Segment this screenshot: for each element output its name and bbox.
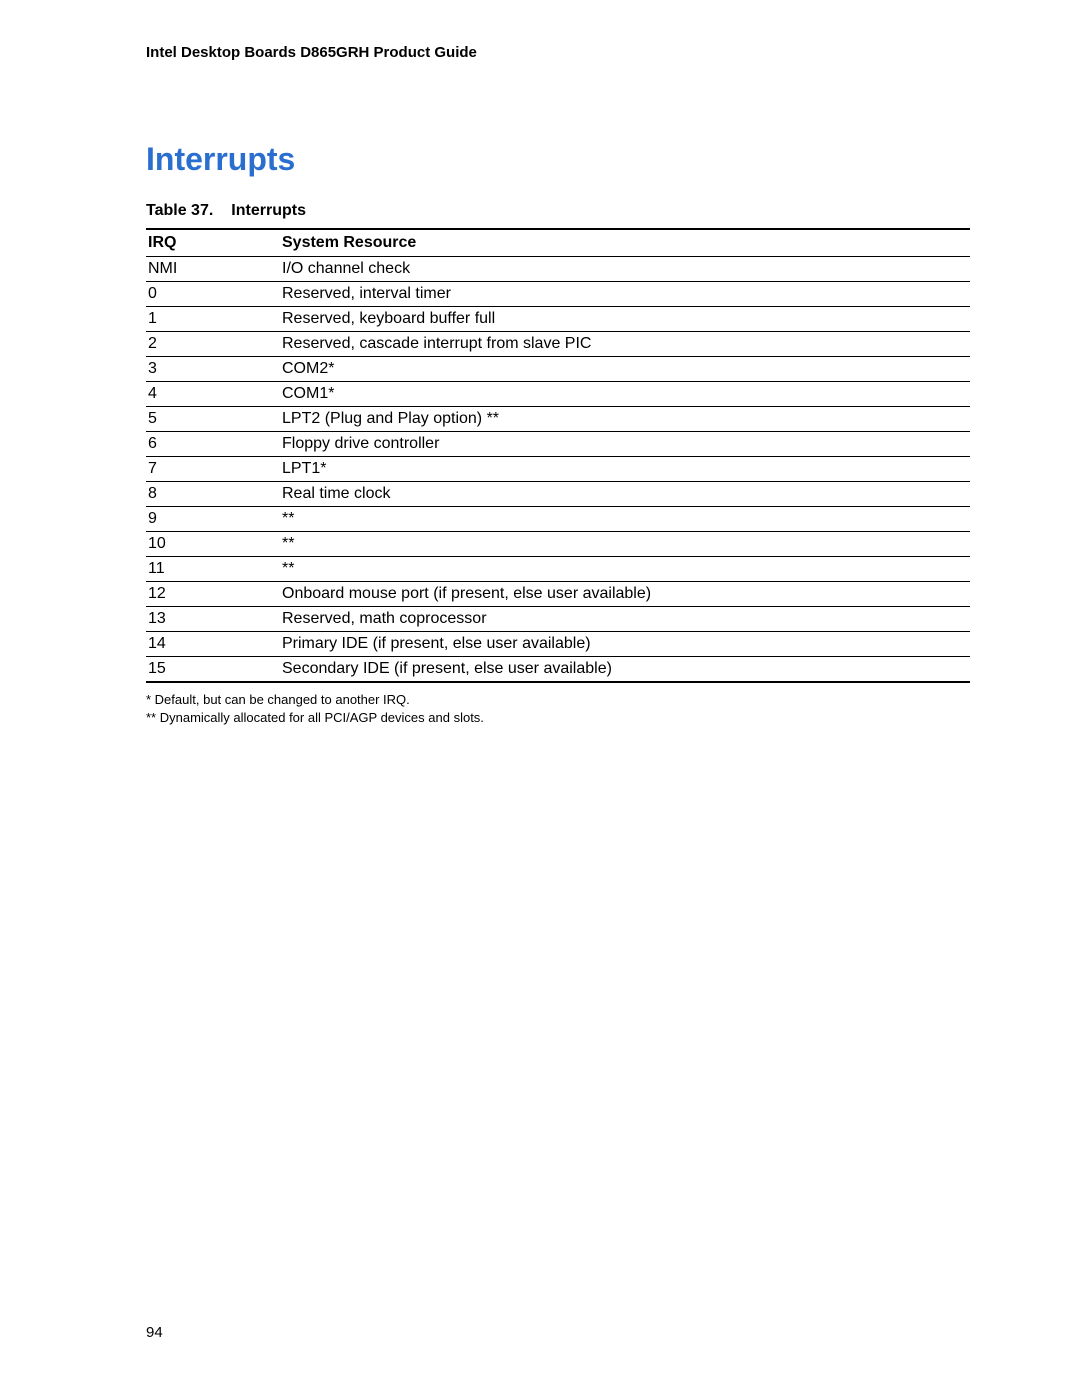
- cell-resource: Real time clock: [280, 482, 970, 507]
- cell-irq: 15: [146, 657, 280, 683]
- cell-resource: I/O channel check: [280, 257, 970, 282]
- cell-irq: 12: [146, 582, 280, 607]
- table-row: 11 **: [146, 557, 970, 582]
- cell-resource: **: [280, 557, 970, 582]
- interrupts-table: IRQ System Resource NMI I/O channel chec…: [146, 228, 970, 683]
- cell-irq: 10: [146, 532, 280, 557]
- table-row: 14 Primary IDE (if present, else user av…: [146, 632, 970, 657]
- table-row: 2 Reserved, cascade interrupt from slave…: [146, 332, 970, 357]
- footnote-1: * Default, but can be changed to another…: [146, 691, 970, 709]
- cell-irq: 11: [146, 557, 280, 582]
- cell-irq: 8: [146, 482, 280, 507]
- page-number: 94: [146, 1324, 163, 1341]
- table-caption: Table 37. Interrupts: [146, 202, 970, 220]
- footnotes: * Default, but can be changed to another…: [146, 691, 970, 727]
- table-row: 10 **: [146, 532, 970, 557]
- table-row: 12 Onboard mouse port (if present, else …: [146, 582, 970, 607]
- table-row: 7 LPT1*: [146, 457, 970, 482]
- running-header: Intel Desktop Boards D865GRH Product Gui…: [146, 44, 970, 61]
- table-row: 4 COM1*: [146, 382, 970, 407]
- section-heading-interrupts: Interrupts: [146, 141, 970, 178]
- table-row: 6 Floppy drive controller: [146, 432, 970, 457]
- cell-irq: 4: [146, 382, 280, 407]
- cell-irq: 5: [146, 407, 280, 432]
- table-caption-title: Interrupts: [231, 202, 306, 219]
- cell-resource: LPT2 (Plug and Play option) **: [280, 407, 970, 432]
- cell-irq: 0: [146, 282, 280, 307]
- cell-irq: 14: [146, 632, 280, 657]
- table-header-row: IRQ System Resource: [146, 229, 970, 257]
- col-header-resource: System Resource: [280, 229, 970, 257]
- table-caption-number: Table 37.: [146, 202, 213, 219]
- cell-resource: Reserved, math coprocessor: [280, 607, 970, 632]
- page: Intel Desktop Boards D865GRH Product Gui…: [0, 0, 1080, 1397]
- cell-resource: COM1*: [280, 382, 970, 407]
- col-header-irq: IRQ: [146, 229, 280, 257]
- footnote-2: ** Dynamically allocated for all PCI/AGP…: [146, 709, 970, 727]
- cell-resource: COM2*: [280, 357, 970, 382]
- table-row: NMI I/O channel check: [146, 257, 970, 282]
- table-row: 8 Real time clock: [146, 482, 970, 507]
- cell-resource: Secondary IDE (if present, else user ava…: [280, 657, 970, 683]
- cell-resource: Primary IDE (if present, else user avail…: [280, 632, 970, 657]
- cell-irq: 1: [146, 307, 280, 332]
- cell-resource: **: [280, 507, 970, 532]
- cell-irq: 9: [146, 507, 280, 532]
- cell-resource: LPT1*: [280, 457, 970, 482]
- cell-resource: Floppy drive controller: [280, 432, 970, 457]
- cell-irq: 2: [146, 332, 280, 357]
- cell-resource: Reserved, keyboard buffer full: [280, 307, 970, 332]
- cell-irq: 7: [146, 457, 280, 482]
- table-row: 3 COM2*: [146, 357, 970, 382]
- cell-irq: NMI: [146, 257, 280, 282]
- table-row: 5 LPT2 (Plug and Play option) **: [146, 407, 970, 432]
- table-row: 13 Reserved, math coprocessor: [146, 607, 970, 632]
- cell-resource: Onboard mouse port (if present, else use…: [280, 582, 970, 607]
- cell-resource: Reserved, cascade interrupt from slave P…: [280, 332, 970, 357]
- table-row: 15 Secondary IDE (if present, else user …: [146, 657, 970, 683]
- table-row: 0 Reserved, interval timer: [146, 282, 970, 307]
- cell-irq: 13: [146, 607, 280, 632]
- table-row: 1 Reserved, keyboard buffer full: [146, 307, 970, 332]
- cell-irq: 6: [146, 432, 280, 457]
- table-row: 9 **: [146, 507, 970, 532]
- cell-resource: **: [280, 532, 970, 557]
- cell-resource: Reserved, interval timer: [280, 282, 970, 307]
- cell-irq: 3: [146, 357, 280, 382]
